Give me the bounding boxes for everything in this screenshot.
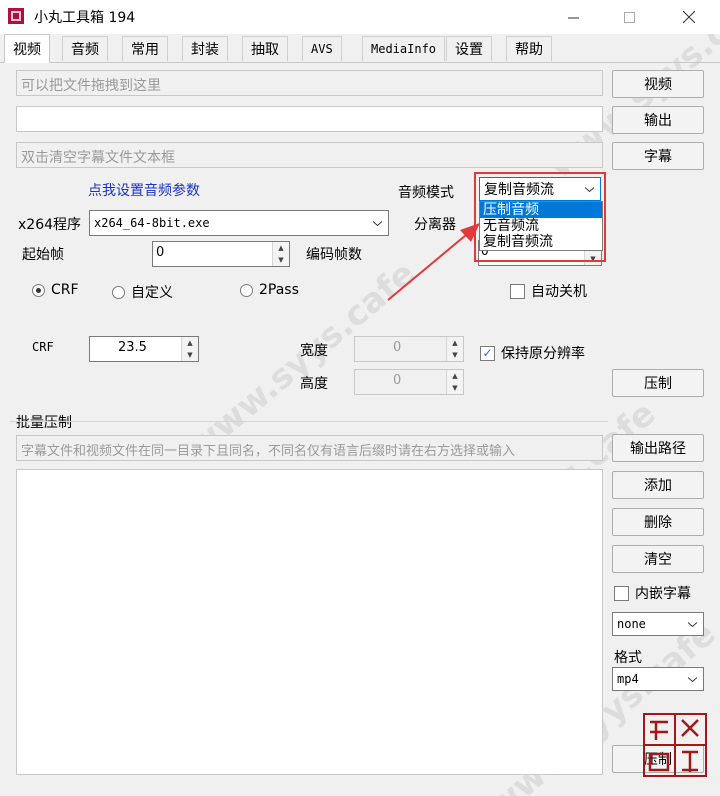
embed-subtitle-label: 内嵌字幕: [635, 586, 691, 602]
crf-spin-arrows[interactable]: ▲ ▼: [181, 337, 198, 361]
audio-params-link[interactable]: 点我设置音频参数: [88, 180, 200, 200]
crf-stepper[interactable]: 23.5 ▲ ▼: [89, 336, 199, 362]
keep-resolution-box: ✓: [480, 345, 495, 361]
radio-2pass[interactable]: 2Pass: [240, 282, 299, 298]
start-frame-value: 0: [156, 245, 165, 260]
radio-crf-dot: [32, 283, 45, 297]
video-file-placeholder: 可以把文件拖拽到这里: [21, 78, 161, 94]
clear-button[interactable]: 清空: [612, 545, 704, 573]
format-value: mp4: [617, 672, 639, 686]
audio-mode-option[interactable]: 无音频流: [480, 218, 602, 234]
crf-label: CRF: [32, 340, 54, 354]
height-value: 0: [393, 373, 402, 388]
close-button[interactable]: [666, 0, 712, 34]
tab-common[interactable]: 常用: [122, 36, 168, 61]
delete-button[interactable]: 删除: [612, 508, 704, 536]
embed-subtitle-box: [614, 585, 629, 601]
width-value: 0: [393, 340, 402, 355]
tab-settings[interactable]: 设置: [446, 36, 492, 61]
radio-2pass-label: 2Pass: [259, 282, 299, 298]
radio-custom[interactable]: 自定义: [112, 282, 173, 302]
tab-mediainfo[interactable]: MediaInfo: [362, 36, 446, 61]
radio-crf-label: CRF: [51, 282, 79, 298]
width-stepper[interactable]: 0 ▲ ▼: [354, 336, 464, 362]
tab-strip: [0, 34, 720, 63]
subtitle-button[interactable]: 字幕: [612, 142, 704, 170]
width-spin-arrows[interactable]: ▲ ▼: [446, 337, 463, 361]
height-spin-arrows[interactable]: ▲ ▼: [446, 370, 463, 394]
x264-value: x264_64-8bit.exe: [94, 216, 210, 230]
subtitle-file-placeholder: 双击清空字幕文件文本框: [21, 150, 175, 166]
output-path-button[interactable]: 输出路径: [612, 434, 704, 462]
radio-custom-dot: [112, 285, 125, 299]
auto-shutdown-checkbox[interactable]: 自动关机: [510, 281, 587, 301]
maximize-button[interactable]: [606, 0, 652, 34]
radio-custom-label: 自定义: [131, 285, 173, 301]
x264-label: x264程序: [18, 217, 82, 233]
audio-mode-label: 音频模式: [398, 185, 454, 201]
start-frame-stepper[interactable]: 0 ▲ ▼: [152, 241, 290, 267]
batch-group-title: 批量压制: [16, 415, 72, 431]
window-title: 小丸工具箱 194: [34, 10, 136, 26]
batch-hint-text: 字幕文件和视频文件在同一目录下且同名，不同名仅有语言后缀时请在右方选择或输入: [21, 444, 516, 459]
output-file-value: [17, 107, 602, 115]
subtitle-file-input[interactable]: 双击清空字幕文件文本框: [16, 142, 603, 168]
encode-button[interactable]: 压制: [612, 369, 704, 397]
chevron-down-icon: [585, 187, 594, 193]
annotation-arrow-icon: [387, 223, 480, 301]
chevron-down-icon: [688, 622, 697, 628]
start-frame-label: 起始帧: [22, 247, 64, 263]
auto-shutdown-box: [510, 283, 525, 299]
crf-value: 23.5: [118, 340, 147, 355]
video-button[interactable]: 视频: [612, 70, 704, 98]
audio-mode-value: 复制音频流: [484, 182, 554, 198]
tab-avs[interactable]: AVS: [302, 36, 342, 61]
audio-mode-option[interactable]: 压制音频: [480, 202, 602, 218]
tab-extract[interactable]: 抽取: [242, 36, 288, 61]
audio-mode-dropdown: 压制音频 无音频流 复制音频流: [479, 201, 603, 251]
seal-stamp-icon: [643, 713, 707, 777]
add-button[interactable]: 添加: [612, 471, 704, 499]
subtitle-lang-select[interactable]: none: [612, 612, 704, 636]
format-label: 格式: [614, 650, 642, 666]
tab-mux[interactable]: 封装: [182, 36, 228, 61]
height-stepper[interactable]: 0 ▲ ▼: [354, 369, 464, 395]
start-frame-spin-arrows[interactable]: ▲ ▼: [272, 242, 289, 266]
chevron-down-icon: [688, 677, 697, 683]
minimize-button[interactable]: [550, 0, 596, 34]
x264-select[interactable]: x264_64-8bit.exe: [89, 210, 389, 236]
batch-subtitle-input[interactable]: 字幕文件和视频文件在同一目录下且同名，不同名仅有语言后缀时请在右方选择或输入: [16, 435, 603, 461]
audio-mode-option[interactable]: 复制音频流: [480, 234, 602, 250]
output-file-input[interactable]: [16, 106, 603, 132]
keep-resolution-checkbox[interactable]: ✓ 保持原分辨率: [480, 343, 585, 363]
auto-shutdown-label: 自动关机: [531, 284, 587, 300]
tab-video[interactable]: 视频: [4, 34, 50, 63]
app-icon: [8, 8, 24, 24]
radio-2pass-dot: [240, 283, 253, 297]
tab-help[interactable]: 帮助: [506, 36, 552, 61]
encode-frames-label: 编码帧数: [306, 247, 362, 263]
subtitle-lang-value: none: [617, 617, 646, 631]
radio-crf[interactable]: CRF: [32, 282, 79, 298]
video-file-input[interactable]: 可以把文件拖拽到这里: [16, 70, 603, 96]
height-label: 高度: [300, 376, 328, 392]
format-select[interactable]: mp4: [612, 667, 704, 691]
audio-mode-select[interactable]: 复制音频流: [479, 177, 601, 201]
width-label: 宽度: [300, 343, 328, 359]
batch-file-list[interactable]: [16, 469, 603, 775]
embed-subtitle-checkbox[interactable]: 内嵌字幕: [614, 583, 691, 603]
tab-audio[interactable]: 音频: [62, 36, 108, 61]
batch-group-divider: [10, 421, 608, 422]
output-button[interactable]: 输出: [612, 106, 704, 134]
keep-resolution-label: 保持原分辨率: [501, 346, 585, 362]
